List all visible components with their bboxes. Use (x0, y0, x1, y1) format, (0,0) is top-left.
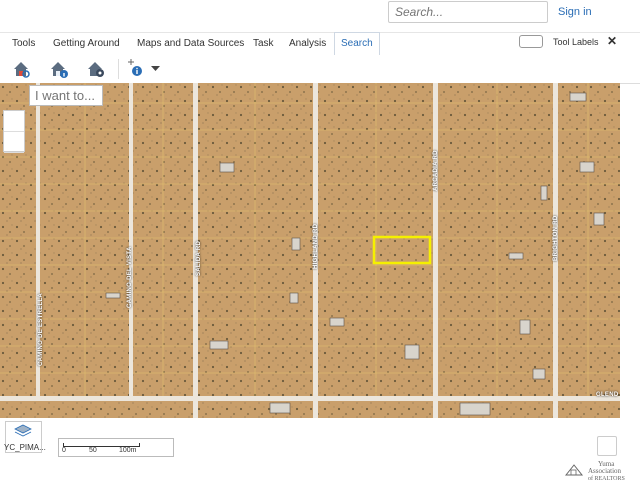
svg-text:of REALTORS: of REALTORS (588, 475, 625, 482)
tab-getting-around[interactable]: Getting Around (53, 33, 120, 54)
zoom-control (3, 110, 25, 153)
tab-maps-and-data-sources[interactable]: Maps and Data Sources (137, 33, 244, 54)
tab-search[interactable]: Search (334, 32, 380, 55)
tab-bar: Tools Getting Around Maps and Data Sourc… (0, 32, 640, 56)
house-gear-icon[interactable] (85, 58, 107, 80)
search-input[interactable] (388, 1, 548, 23)
toolbar-divider (118, 59, 119, 79)
road-label-brighton-rd: BRIGHTON RD (553, 215, 559, 261)
road-label-glend: GLEND (596, 392, 619, 398)
scale-label-0: 0 (62, 447, 66, 454)
identify-icon[interactable] (125, 58, 147, 80)
tool-labels-label: Tool Labels (553, 37, 599, 47)
dropdown-icon[interactable] (146, 58, 168, 80)
tab-analysis[interactable]: Analysis (289, 33, 326, 54)
zoom-out-button[interactable] (4, 132, 24, 153)
house-info-icon[interactable] (48, 58, 70, 80)
tool-labels-toggle[interactable] (519, 35, 543, 48)
tab-tools[interactable]: Tools (12, 33, 35, 54)
layers-icon (14, 424, 32, 437)
scale-label-100m: 100m (119, 447, 137, 454)
close-icon[interactable]: ✕ (607, 34, 617, 48)
i-want-to-input[interactable] (29, 85, 103, 106)
layer-label: YC_PIMA... (4, 443, 46, 452)
map-view[interactable]: CAMINO DE ESTRELLA CAMINO DEL VISTA SALI… (0, 83, 620, 418)
scale-label-50: 50 (89, 447, 97, 454)
road-label-highland-rd: HIGHLAND RD (313, 223, 319, 269)
search-toolbar (0, 55, 640, 84)
top-bar: Sign in (0, 0, 640, 32)
satellite-imagery[interactable] (0, 83, 620, 418)
sign-in-link[interactable]: Sign in (558, 6, 592, 18)
house-search-icon[interactable] (11, 58, 33, 80)
zoom-in-button[interactable] (4, 111, 24, 132)
svg-text:Association: Association (588, 467, 622, 475)
road-label-arcadia-rd: ARCADIA RD (433, 150, 439, 191)
tab-task[interactable]: Task (253, 33, 274, 54)
yuma-association-of-realtors-logo: Yuma Association of REALTORS (564, 460, 625, 482)
road-label-camino-de-estrella: CAMINO DE ESTRELLA (38, 292, 44, 366)
road-label-salida-rd: SALIDA RD (196, 240, 202, 276)
scale-bar: 0 50 100m (58, 438, 174, 457)
map-control-button[interactable] (597, 436, 617, 456)
road-label-camino-del-vista: CAMINO DEL VISTA (127, 246, 133, 308)
